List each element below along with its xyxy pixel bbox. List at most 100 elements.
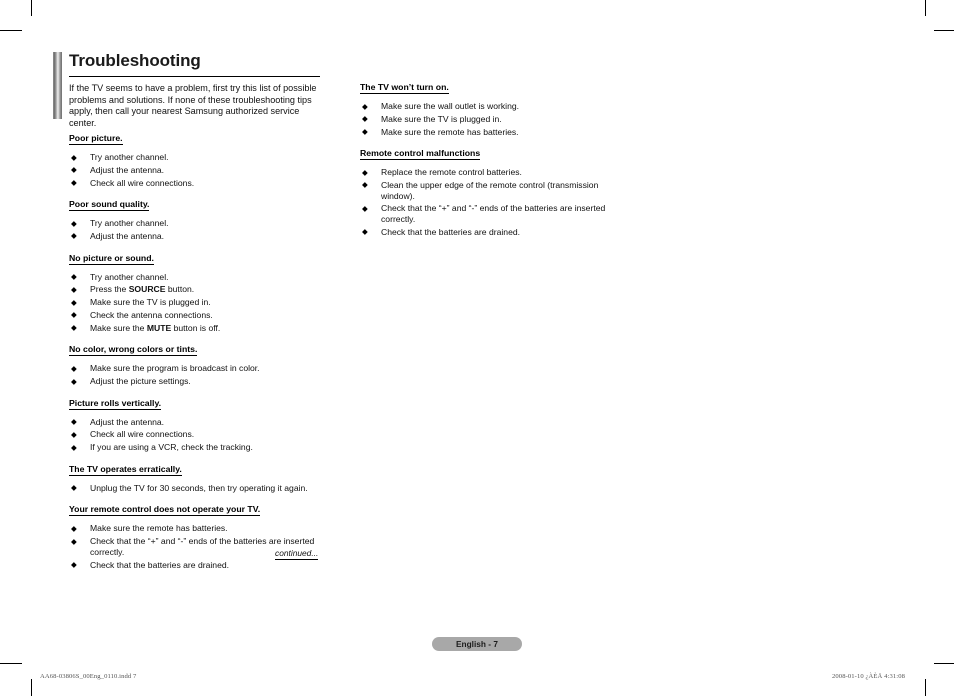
plain-text: button is off.: [171, 322, 221, 333]
section-heading: Your remote control does not operate you…: [69, 504, 261, 517]
list-item-text: Check that the batteries are drained.: [381, 227, 520, 237]
section-item-list: ◆ Replace the remote control batteries. ◆ C…: [360, 167, 615, 237]
emphasis-text: SOURCE: [128, 284, 166, 295]
diamond-bullet-icon: ◆: [362, 167, 368, 177]
section-item-list: ◆ Make sure the wall outlet is working. ◆ M…: [360, 101, 615, 137]
troubleshooting-section: No color, wrong colors or tints. ◆ Make su…: [69, 344, 324, 386]
plain-text: Check that the batteries are drained.: [381, 226, 521, 237]
list-item-text: If you are using a VCR, check the tracki…: [90, 442, 253, 452]
list-item-text: Check that the batteries are drained.: [90, 560, 229, 570]
right-column: The TV won’t turn on. ◆ Make sure the wall…: [360, 82, 615, 239]
list-item-text: Check all wire connections.: [90, 429, 194, 439]
list-item-text: Try another channel.: [90, 272, 169, 282]
plain-text: Make sure the remote has batteries.: [381, 126, 519, 137]
section-item-list: ◆ Try another channel. ◆ Adjust the antenna…: [69, 152, 324, 188]
troubleshooting-section: The TV won’t turn on. ◆ Make sure the wall…: [360, 82, 615, 137]
plain-text: Make sure the wall outlet is working.: [381, 101, 520, 111]
header-accent-bar: [53, 52, 62, 119]
list-item: ◆ Make sure the TV is plugged in.: [360, 114, 615, 125]
crop-mark-bottom-left-vertical: [31, 679, 32, 696]
troubleshooting-section: Poor picture. ◆ Try another channel. ◆ Adjus…: [69, 133, 324, 188]
list-item: ◆ Make sure the remote has batteries.: [69, 523, 324, 534]
plain-text: Unplug the TV for 30 seconds, then try o…: [90, 482, 308, 493]
title-divider: [69, 76, 320, 77]
list-item: ◆ Try another channel.: [69, 272, 324, 283]
plain-text: Make sure the TV is plugged in.: [90, 297, 211, 308]
list-item-text: Make sure the remote has batteries.: [381, 127, 519, 137]
plain-text: Try another channel.: [90, 218, 169, 229]
list-item: ◆ Make sure the program is broadcast in c…: [69, 363, 324, 374]
section-heading: Poor picture.: [69, 133, 123, 145]
diamond-bullet-icon: ◆: [71, 284, 77, 294]
list-item-text: Replace the remote control batteries.: [381, 167, 522, 177]
list-item-text: Check the antenna connections.: [90, 310, 213, 320]
list-item: ◆ Check all wire connections.: [69, 429, 324, 440]
section-heading: Poor sound quality.: [69, 199, 150, 212]
plain-text: Check all wire connections.: [90, 429, 195, 440]
list-item: ◆ Try another channel.: [69, 152, 324, 163]
section-heading: Picture rolls vertically.: [69, 397, 162, 410]
left-column: Poor picture. ◆ Try another channel. ◆ Adjus…: [69, 133, 324, 572]
plain-text: Clean the upper edge of the remote contr…: [381, 179, 599, 201]
diamond-bullet-icon: ◆: [71, 310, 77, 320]
list-item: ◆ Adjust the picture settings.: [69, 376, 324, 387]
diamond-bullet-icon: ◆: [362, 203, 368, 213]
diamond-bullet-icon: ◆: [71, 417, 77, 427]
troubleshooting-section: Picture rolls vertically. ◆ Adjust the ant…: [69, 398, 324, 453]
footer-timestamp: 2008-01-10 ¿ÀÈÄ 4:31:08: [832, 673, 905, 680]
plain-text: Make sure the: [90, 322, 147, 333]
list-item: ◆ Clean the upper edge of the remote cont…: [360, 180, 615, 201]
plain-text: Adjust the antenna.: [90, 164, 165, 175]
list-item-text: Try another channel.: [90, 218, 169, 228]
crop-mark-bottom-right-horizontal: [934, 663, 954, 664]
section-heading: The TV won’t turn on.: [360, 82, 449, 94]
list-item-text: Adjust the picture settings.: [90, 376, 191, 386]
list-item-text: Make sure the TV is plugged in.: [90, 297, 211, 307]
section-heading: No color, wrong colors or tints.: [69, 344, 198, 357]
diamond-bullet-icon: ◆: [71, 165, 77, 175]
plain-text: Make sure the TV is plugged in.: [381, 113, 502, 124]
diamond-bullet-icon: ◆: [71, 429, 77, 439]
list-item: ◆ Adjust the antenna.: [69, 231, 324, 242]
crop-mark-top-right-horizontal: [934, 30, 954, 31]
list-item: ◆ Unplug the TV for 30 seconds, then try …: [69, 483, 324, 494]
list-item: ◆ Press the SOURCE button.: [69, 284, 324, 295]
list-item: ◆ Check the antenna connections.: [69, 310, 324, 321]
list-item: ◆ Adjust the antenna.: [69, 417, 324, 428]
plain-text: button.: [165, 284, 195, 295]
list-item: ◆ Adjust the antenna.: [69, 165, 324, 176]
diamond-bullet-icon: ◆: [71, 483, 77, 493]
diamond-bullet-icon: ◆: [71, 536, 77, 546]
list-item-text: Adjust the antenna.: [90, 165, 164, 175]
troubleshooting-section: Poor sound quality. ◆ Try another channel.…: [69, 199, 324, 241]
diamond-bullet-icon: ◆: [362, 180, 368, 190]
plain-text: Check all wire connections.: [90, 177, 195, 188]
list-item: ◆ Try another channel.: [69, 218, 324, 229]
plain-text: Check that the “+” and “-” ends of the b…: [381, 203, 606, 224]
list-item-text: Make sure the MUTE button is off.: [90, 323, 220, 333]
list-item: ◆ Make sure the TV is plugged in.: [69, 297, 324, 308]
list-item-text: Make sure the remote has batteries.: [90, 523, 228, 533]
diamond-bullet-icon: ◆: [71, 231, 77, 241]
list-item: ◆ Make sure the wall outlet is working.: [360, 101, 615, 112]
section-heading: No picture or sound.: [69, 252, 154, 265]
section-item-list: ◆ Make sure the remote has batteries. ◆ Che…: [69, 523, 324, 570]
footer-file-name: AA68-03806S_00Eng_0110.indd 7: [40, 673, 137, 680]
diamond-bullet-icon: ◆: [71, 442, 77, 452]
section-item-list: ◆ Try another channel. ◆ Press the SOURCE b…: [69, 272, 324, 334]
diamond-bullet-icon: ◆: [71, 523, 77, 533]
section-heading: Remote control malfunctions: [360, 148, 481, 161]
list-item-text: Make sure the program is broadcast in co…: [90, 363, 260, 373]
crop-mark-bottom-left-horizontal: [0, 663, 22, 664]
page-number-badge: English - 7: [432, 637, 522, 651]
troubleshooting-section: The TV operates erratically. ◆ Unplug the …: [69, 464, 324, 494]
crop-mark-top-left-horizontal: [0, 30, 22, 31]
diamond-bullet-icon: ◆: [362, 127, 368, 137]
plain-text: If you are using a VCR, check the tracki…: [90, 442, 253, 453]
page-title: Troubleshooting: [69, 51, 201, 70]
list-item-text: Make sure the TV is plugged in.: [381, 114, 502, 124]
diamond-bullet-icon: ◆: [71, 297, 77, 307]
list-item-text: Try another channel.: [90, 152, 169, 162]
crop-mark-bottom-right-vertical: [925, 679, 926, 696]
plain-text: Adjust the antenna.: [90, 230, 165, 241]
